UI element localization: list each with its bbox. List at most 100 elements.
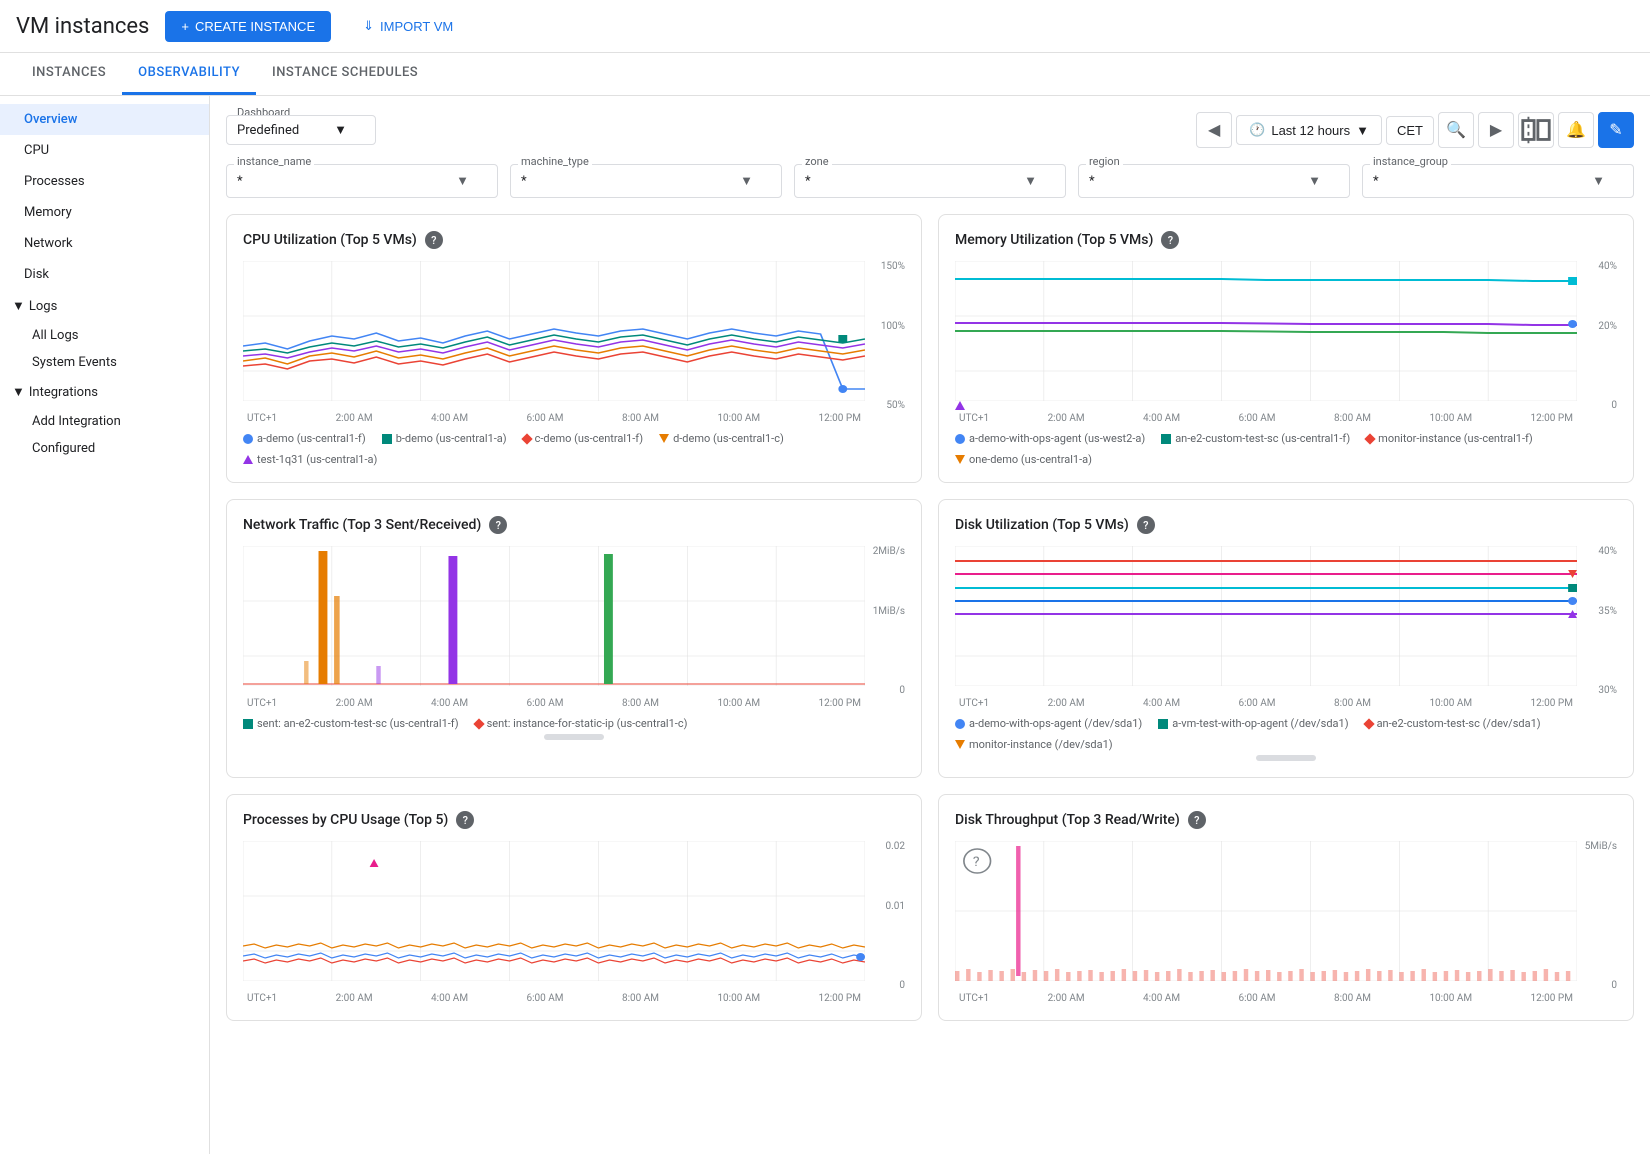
chevron-down-icon: ▼: [12, 298, 25, 314]
alert-button[interactable]: 🔔: [1558, 112, 1594, 148]
sidebar-item-system-events[interactable]: System Events: [0, 349, 209, 376]
charts-grid: CPU Utilization (Top 5 VMs) ? 150% 100% …: [226, 214, 1634, 1021]
sidebar-item-cpu[interactable]: CPU: [0, 135, 209, 166]
scrollbar[interactable]: [544, 734, 604, 740]
bell-icon: 🔔: [1566, 120, 1586, 140]
chevron-down-icon: ▼: [1592, 173, 1605, 189]
network-legend: sent: an-e2-custom-test-sc (us-central1-…: [243, 717, 905, 730]
chevron-down-icon: ▼: [1024, 173, 1037, 189]
processes-chart-area: 0.02 0.01 0: [243, 841, 905, 991]
network-chart-area: 2MiB/s 1MiB/s 0: [243, 546, 905, 696]
create-instance-button[interactable]: + CREATE INSTANCE: [165, 11, 331, 42]
legend-item: an-e2-custom-test-sc (us-central1-f): [1161, 432, 1350, 445]
legend-color: [659, 434, 669, 443]
memory-x-axis: UTC+1 2:00 AM 4:00 AM 6:00 AM 8:00 AM 10…: [955, 413, 1577, 424]
svg-text:?: ?: [973, 855, 980, 870]
sidebar-item-memory[interactable]: Memory: [0, 197, 209, 228]
legend-item: c-demo (us-central1-f): [523, 432, 643, 445]
edit-button[interactable]: ✎: [1598, 112, 1634, 148]
processes-chart-svg: [243, 841, 865, 981]
prev-button[interactable]: ◀: [1196, 112, 1232, 148]
cpu-chart-svg: [243, 261, 865, 401]
import-vm-button[interactable]: ⇓ IMPORT VM: [347, 10, 469, 42]
sidebar-item-disk[interactable]: Disk: [0, 259, 209, 290]
network-chart-container: 2MiB/s 1MiB/s 0: [243, 546, 905, 709]
timezone-button[interactable]: CET: [1386, 116, 1434, 145]
legend-color: [955, 740, 965, 749]
network-help-icon[interactable]: ?: [489, 516, 507, 534]
edit-icon: ✎: [1609, 120, 1622, 140]
disk-util-help-icon[interactable]: ?: [1137, 516, 1155, 534]
legend-item: a-demo (us-central1-f): [243, 432, 366, 445]
legend-color: [243, 719, 253, 729]
sidebar-item-all-logs[interactable]: All Logs: [0, 322, 209, 349]
network-x-axis: UTC+1 2:00 AM 4:00 AM 6:00 AM 8:00 AM 10…: [243, 698, 865, 709]
disk-util-chart-area: 40% 35% 30%: [955, 546, 1617, 696]
chart-processes-cpu: Processes by CPU Usage (Top 5) ? 0.02 0.…: [226, 794, 922, 1021]
legend-item: sent: instance-for-static-ip (us-central…: [475, 717, 688, 730]
content-area: Dashboard Predefined ▼ ◀ 🕐 Last 12 hours…: [210, 96, 1650, 1154]
disk-util-chart-svg: [955, 546, 1577, 686]
cpu-chart-area: 150% 100% 50%: [243, 261, 905, 411]
filter-region: region * ▼: [1078, 164, 1350, 198]
legend-item: monitor-instance (/dev/sda1): [955, 738, 1113, 751]
filter-instance-name: instance_name * ▼: [226, 164, 498, 198]
search-button[interactable]: 🔍: [1438, 112, 1474, 148]
cpu-chart-container: 150% 100% 50%: [243, 261, 905, 424]
sidebar-item-overview[interactable]: Overview: [0, 104, 209, 135]
dashboard-right: ◀ 🕐 Last 12 hours ▼ CET 🔍 ▶: [1196, 112, 1634, 148]
cpu-x-axis: UTC+1 2:00 AM 4:00 AM 6:00 AM 8:00 AM 10…: [243, 413, 865, 424]
disk-throughput-x-axis: UTC+1 2:00 AM 4:00 AM 6:00 AM 8:00 AM 10…: [955, 993, 1577, 1004]
filter-zone: zone * ▼: [794, 164, 1066, 198]
chevron-down-icon: ▼: [456, 173, 469, 189]
legend-item: an-e2-custom-test-sc (/dev/sda1): [1365, 717, 1541, 730]
dashboard-left: Dashboard Predefined ▼: [226, 115, 376, 145]
memory-chart-container: 40% 20% 0: [955, 261, 1617, 424]
dashboard-controls: Dashboard Predefined ▼ ◀ 🕐 Last 12 hours…: [226, 112, 1634, 148]
sidebar-item-processes[interactable]: Processes: [0, 166, 209, 197]
legend-item: monitor-instance (us-central1-f): [1366, 432, 1533, 445]
memory-chart-area: 40% 20% 0: [955, 261, 1617, 411]
legend-item: one-demo (us-central1-a): [955, 453, 1092, 466]
processes-x-axis: UTC+1 2:00 AM 4:00 AM 6:00 AM 8:00 AM 10…: [243, 993, 865, 1004]
disk-throughput-chart-svg: ?: [955, 841, 1577, 981]
legend-color: [1161, 434, 1171, 444]
disk-util-legend: a-demo-with-ops-agent (/dev/sda1) a-vm-t…: [955, 717, 1617, 751]
chevron-down-icon: ▼: [1308, 173, 1321, 189]
search-icon: 🔍: [1446, 120, 1466, 140]
memory-help-icon[interactable]: ?: [1161, 231, 1179, 249]
legend-item: d-demo (us-central1-c): [659, 432, 784, 445]
next-button[interactable]: ▶: [1478, 112, 1514, 148]
processes-help-icon[interactable]: ?: [456, 811, 474, 829]
compare-button[interactable]: [1518, 112, 1554, 148]
tab-observability[interactable]: OBSERVABILITY: [122, 53, 256, 95]
time-range-button[interactable]: 🕐 Last 12 hours ▼: [1236, 115, 1382, 145]
legend-item: a-demo-with-ops-agent (us-west2-a): [955, 432, 1145, 445]
chart-disk-throughput: Disk Throughput (Top 3 Read/Write) ? 5Mi…: [938, 794, 1634, 1021]
disk-throughput-chart-container: 5MiB/s 0: [955, 841, 1617, 1004]
filter-row: instance_name * ▼ machine_type * ▼ zone …: [226, 164, 1634, 198]
sidebar-group-integrations[interactable]: ▼ Integrations: [0, 376, 209, 408]
legend-color: [955, 434, 965, 444]
legend-color: [955, 719, 965, 729]
tab-instances[interactable]: INSTANCES: [16, 53, 122, 95]
legend-color: [955, 455, 965, 464]
scrollbar[interactable]: [1256, 755, 1316, 761]
sidebar-item-add-integration[interactable]: Add Integration: [0, 408, 209, 435]
memory-legend: a-demo-with-ops-agent (us-west2-a) an-e2…: [955, 432, 1617, 466]
legend-color: [1363, 718, 1374, 729]
cpu-help-icon[interactable]: ?: [425, 231, 443, 249]
legend-color: [473, 718, 484, 729]
chevron-down-icon: ▼: [740, 173, 753, 189]
sidebar-group-logs[interactable]: ▼ Logs: [0, 290, 209, 322]
page-header: VM instances + CREATE INSTANCE ⇓ IMPORT …: [0, 0, 1650, 53]
sidebar-item-network[interactable]: Network: [0, 228, 209, 259]
disk-throughput-help-icon[interactable]: ?: [1188, 811, 1206, 829]
chart-memory-utilization: Memory Utilization (Top 5 VMs) ? 40% 20%…: [938, 214, 1634, 483]
dashboard-selector[interactable]: Dashboard Predefined ▼: [226, 115, 376, 145]
legend-item: sent: an-e2-custom-test-sc (us-central1-…: [243, 717, 459, 730]
tab-instance-schedules[interactable]: INSTANCE SCHEDULES: [256, 53, 434, 95]
legend-item: b-demo (us-central1-a): [382, 432, 507, 445]
sidebar-item-configured[interactable]: Configured: [0, 435, 209, 462]
legend-item: test-1q31 (us-central1-a): [243, 453, 377, 466]
